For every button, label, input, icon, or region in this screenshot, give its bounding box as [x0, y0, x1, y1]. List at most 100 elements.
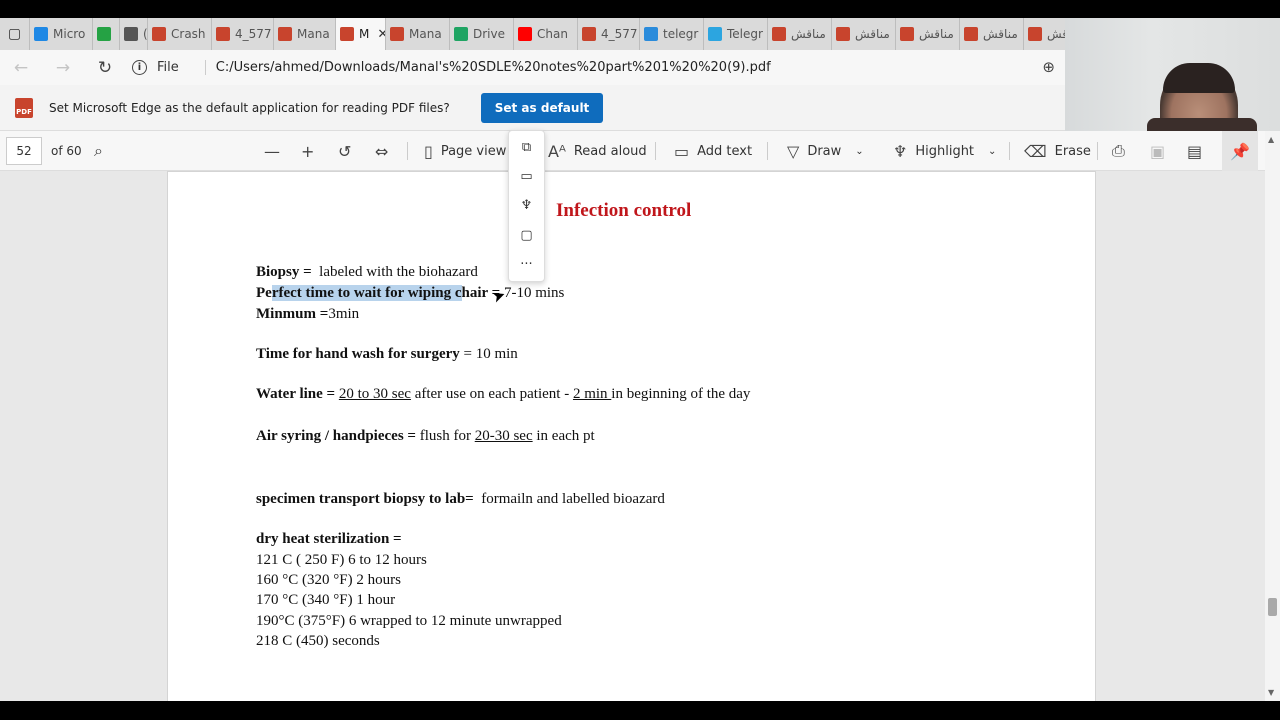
- refresh-icon[interactable]: ↻: [84, 50, 126, 85]
- read-aloud-button[interactable]: Aᴬ Read aloud: [548, 131, 647, 171]
- highlight-button[interactable]: ♆ Highlight ⌄: [893, 131, 996, 171]
- tab[interactable]: مناقش: [1023, 18, 1065, 50]
- print-icon[interactable]: ⎙: [1112, 131, 1125, 171]
- top-black-bar: [0, 0, 1280, 18]
- minimum-value: 3min: [328, 306, 360, 322]
- tab[interactable]: (: [119, 18, 147, 50]
- vertical-scrollbar[interactable]: ▲ ▼: [1265, 131, 1280, 701]
- add-text-button[interactable]: ▭ Add text: [674, 131, 752, 171]
- tab[interactable]: Mana: [385, 18, 449, 50]
- pdf-icon: [964, 27, 978, 41]
- tab[interactable]: Crash: [147, 18, 211, 50]
- define-icon[interactable]: ▭: [520, 164, 532, 190]
- comment-icon[interactable]: ▢: [520, 222, 532, 248]
- scrollbar-thumb[interactable]: [1268, 598, 1277, 616]
- page-total: of 60: [51, 143, 82, 158]
- erase-label: Erase: [1054, 143, 1091, 159]
- add-text-label: Add text: [697, 143, 753, 159]
- info-icon: i: [132, 60, 147, 75]
- tab[interactable]: M✕: [335, 18, 385, 50]
- site-info-button[interactable]: i File: [132, 60, 179, 75]
- pdf-icon: [152, 27, 166, 41]
- zoom-in-icon[interactable]: +: [301, 131, 314, 171]
- scroll-down-icon[interactable]: ▼: [1268, 688, 1274, 697]
- forward-icon[interactable]: →: [42, 50, 84, 85]
- tab[interactable]: Mana: [273, 18, 335, 50]
- zoom-out-icon[interactable]: —: [264, 131, 280, 171]
- biopsy-line: Biopsy = labeled with the biohazard: [256, 264, 478, 281]
- chevron-down-icon[interactable]: ⌄: [988, 146, 996, 157]
- tab[interactable]: Drive: [449, 18, 513, 50]
- selected-text[interactable]: rfect time to wait for wiping c: [271, 285, 462, 301]
- add-text-icon: ▭: [674, 141, 690, 161]
- zoom-icon[interactable]: ⊕: [1042, 58, 1055, 76]
- document-title: Infection control: [556, 200, 692, 221]
- rotate-icon[interactable]: ↺: [338, 131, 351, 171]
- whatsapp-icon: [97, 27, 111, 41]
- fit-page-icon[interactable]: ⇔: [375, 131, 388, 171]
- tab[interactable]: 4_577: [211, 18, 273, 50]
- erase-button[interactable]: ⌫ Erase: [1024, 131, 1091, 171]
- pdf-icon: [772, 27, 786, 41]
- tab[interactable]: telegr: [639, 18, 703, 50]
- tab-label: Chan: [537, 27, 568, 41]
- highlight-icon[interactable]: ♆: [521, 193, 533, 219]
- tab[interactable]: Micro: [29, 18, 92, 50]
- pdf-icon: [216, 27, 230, 41]
- dry-heat-item: 160 °C (320 °F) 2 hours: [256, 572, 401, 588]
- waterline-start-duration: 2 min: [572, 386, 612, 402]
- tab-label: 4_577: [601, 27, 638, 41]
- draw-icon: ▽: [787, 141, 800, 161]
- search-icon[interactable]: ⌕: [94, 131, 103, 171]
- minimum-line: Minmum =3min: [256, 306, 359, 323]
- highlight-label: Highlight: [915, 143, 975, 159]
- pdf-icon: PDF: [15, 97, 33, 118]
- save-icon[interactable]: ▣: [1150, 131, 1165, 171]
- tab-actions-icon[interactable]: ▢: [0, 18, 29, 50]
- draw-button[interactable]: ▽ Draw ⌄: [787, 131, 864, 171]
- scroll-up-icon[interactable]: ▲: [1268, 135, 1274, 144]
- tabs: Micro(Crash4_577ManaM✕ManaDriveChan4_577…: [29, 18, 1065, 50]
- infobar-message: Set Microsoft Edge as the default applic…: [49, 100, 450, 115]
- toolbar-divider: [1009, 142, 1010, 160]
- toolbar-divider: [407, 142, 408, 160]
- toolbar-divider: [1097, 142, 1098, 160]
- dry-heat-item: 190°C (375°F) 6 wrapped to 12 minute unw…: [256, 613, 562, 629]
- close-icon[interactable]: ✕: [377, 27, 385, 42]
- tab[interactable]: Telegr: [703, 18, 767, 50]
- back-icon[interactable]: ←: [0, 50, 42, 85]
- handwash-key: Time for hand wash for surgery: [256, 346, 460, 362]
- pdf-icon: [836, 27, 850, 41]
- more-icon[interactable]: ···: [520, 251, 532, 277]
- copy-icon[interactable]: ⧉: [522, 135, 531, 161]
- tab[interactable]: [92, 18, 119, 50]
- tab-label: 4_577: [235, 27, 272, 41]
- chevron-down-icon[interactable]: ⌄: [855, 146, 863, 157]
- url-field[interactable]: C:/Users/ahmed/Downloads/Manal's%20SDLE%…: [204, 60, 771, 75]
- pdf-page: Infection control Biopsy = labeled with …: [167, 171, 1096, 701]
- bottom-black-bar: [0, 701, 1280, 720]
- pin-toolbar-icon[interactable]: 📌: [1222, 131, 1258, 171]
- dry-heat-item: 218 C (450) seconds: [256, 633, 380, 649]
- page-number-input[interactable]: 52: [6, 136, 42, 165]
- bing-icon: [644, 27, 658, 41]
- default-app-infobar: PDF Set Microsoft Edge as the default ap…: [0, 85, 1065, 131]
- set-as-default-button[interactable]: Set as default: [480, 92, 604, 123]
- drive-icon: [454, 27, 468, 41]
- handwash-line: Time for hand wash for surgery = 10 min: [256, 346, 518, 363]
- tab[interactable]: مناقش: [767, 18, 831, 50]
- tab[interactable]: مناقش: [895, 18, 959, 50]
- tab[interactable]: Chan: [513, 18, 577, 50]
- tab[interactable]: مناقش: [959, 18, 1023, 50]
- tab-label: مناقش: [791, 27, 826, 41]
- wait-key-pre: Pe: [256, 285, 272, 301]
- tab-label: Crash: [171, 27, 206, 41]
- tab[interactable]: مناقش: [831, 18, 895, 50]
- page-view-button[interactable]: ▯ Page view: [424, 131, 506, 171]
- tab[interactable]: 4_577: [577, 18, 639, 50]
- waterline-mid: after use on each patient -: [410, 386, 573, 402]
- tab-label: Telegr: [727, 27, 763, 41]
- save-as-icon[interactable]: ▤: [1187, 131, 1202, 171]
- air-syringe-line: Air syring / handpieces = flush for 20-3…: [256, 428, 595, 445]
- pdf-viewer[interactable]: Infection control Biopsy = labeled with …: [0, 171, 1268, 701]
